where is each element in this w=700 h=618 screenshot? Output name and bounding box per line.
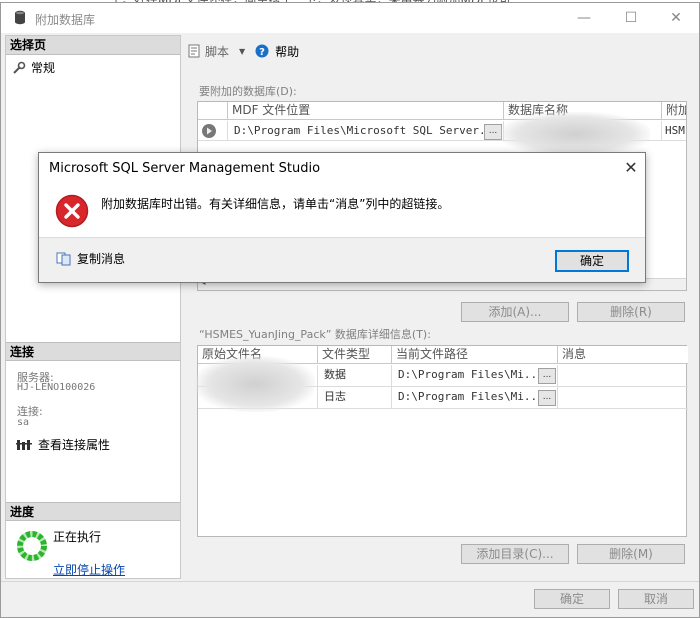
add-catalog-button[interactable]: 添加目录(C)... xyxy=(461,544,569,564)
attach-as-cell[interactable]: HSM xyxy=(662,121,686,141)
database-details-label: “HSMES_YuanJing_Pack” 数据库详细信息(T): xyxy=(199,328,431,341)
error-message-box: Microsoft SQL Server Management Studio ✕… xyxy=(38,152,646,283)
mdf-location-cell[interactable]: D:\Program Files\Microsoft SQL Server... xyxy=(228,121,504,141)
page-item-label: 常规 xyxy=(31,61,56,75)
connection-user-value: sa xyxy=(17,417,30,428)
script-dropdown-arrow[interactable]: ▼ xyxy=(239,47,245,56)
svg-text:?: ? xyxy=(259,47,265,58)
attach-databases-label: 要附加的数据库(D): xyxy=(199,85,297,98)
toolbar: 脚本 ▼ ? 帮助 xyxy=(187,41,299,61)
connection-header: 连接 xyxy=(6,342,180,361)
ok-button[interactable]: 确定 xyxy=(534,589,610,609)
attach-database-dialog: 附加数据库 — ☐ ✕ 选择页 常规 连接 服务器: HJ-LENO100026… xyxy=(0,2,700,618)
title-bar: 附加数据库 — ☐ ✕ xyxy=(1,3,699,33)
progress-spinner-icon xyxy=(17,531,47,561)
message-box-title: Microsoft SQL Server Management Studio xyxy=(49,161,321,176)
stop-operation-link[interactable]: 立即停止操作 xyxy=(53,561,125,578)
add-button[interactable]: 添加(A)... xyxy=(461,302,569,322)
redaction-blur xyxy=(195,356,315,412)
message-box-footer: 复制消息 确定 xyxy=(39,237,645,282)
view-connection-properties[interactable]: 查看连接属性 xyxy=(16,436,110,453)
window-title: 附加数据库 xyxy=(35,13,96,27)
script-icon xyxy=(188,44,200,58)
message-box-close-button[interactable]: ✕ xyxy=(619,156,643,180)
database-icon xyxy=(15,10,25,25)
progress-header: 进度 xyxy=(6,502,180,521)
help-button[interactable]: 帮助 xyxy=(275,43,299,60)
grid-header-indicator xyxy=(198,102,228,120)
remove-file-button[interactable]: 删除(M) xyxy=(577,544,685,564)
file-type-cell[interactable]: 数据 xyxy=(318,365,392,387)
footer-separator xyxy=(1,581,699,582)
help-icon: ? xyxy=(255,44,269,58)
page-item-general[interactable]: 常规 xyxy=(12,59,55,76)
browse-path-button[interactable]: ... xyxy=(538,368,556,384)
minimize-button[interactable]: — xyxy=(561,3,607,33)
maximize-button[interactable]: ☐ xyxy=(608,3,654,33)
copy-message-button[interactable]: 复制消息 xyxy=(56,250,125,267)
script-button[interactable]: 脚本 xyxy=(205,43,229,60)
file-type-cell[interactable]: 日志 xyxy=(318,387,392,409)
message-cell[interactable] xyxy=(558,365,688,387)
copy-message-label: 复制消息 xyxy=(77,252,126,266)
grid-header-attach-as[interactable]: 附加 xyxy=(662,102,686,120)
error-icon xyxy=(55,194,89,228)
select-page-header: 选择页 xyxy=(6,36,180,55)
grid-header-current-path[interactable]: 当前文件路径 xyxy=(392,346,558,364)
message-cell[interactable] xyxy=(558,387,688,409)
grid-header-message[interactable]: 消息 xyxy=(558,346,688,364)
left-pane: 选择页 常规 连接 服务器: HJ-LENO100026 连接: sa 查看连接… xyxy=(5,35,181,579)
row-indicator xyxy=(198,121,228,141)
grid-header-mdf-location[interactable]: MDF 文件位置 xyxy=(228,102,504,120)
wrench-icon xyxy=(13,61,26,74)
current-path-cell[interactable]: D:\Program Files\Mi... xyxy=(392,387,558,409)
cancel-button[interactable]: 取消 xyxy=(618,589,694,609)
view-properties-label: 查看连接属性 xyxy=(38,438,111,452)
remove-button[interactable]: 删除(R) xyxy=(577,302,685,322)
server-value: HJ-LENO100026 xyxy=(17,382,96,393)
row-status-icon xyxy=(202,124,216,138)
error-message-text: 附加数据库时出错。有关详细信息，请单击“消息”列中的超链接。 xyxy=(101,197,450,211)
current-path-cell[interactable]: D:\Program Files\Mi... xyxy=(392,365,558,387)
copy-icon xyxy=(56,252,71,265)
message-box-ok-button[interactable]: 确定 xyxy=(555,250,629,272)
close-button[interactable]: ✕ xyxy=(653,3,699,33)
progress-status: 正在执行 xyxy=(53,530,102,544)
redaction-blur xyxy=(500,112,650,156)
connection-properties-icon xyxy=(16,439,32,450)
grid-header-file-type[interactable]: 文件类型 xyxy=(318,346,392,364)
browse-path-button[interactable]: ... xyxy=(538,390,556,406)
